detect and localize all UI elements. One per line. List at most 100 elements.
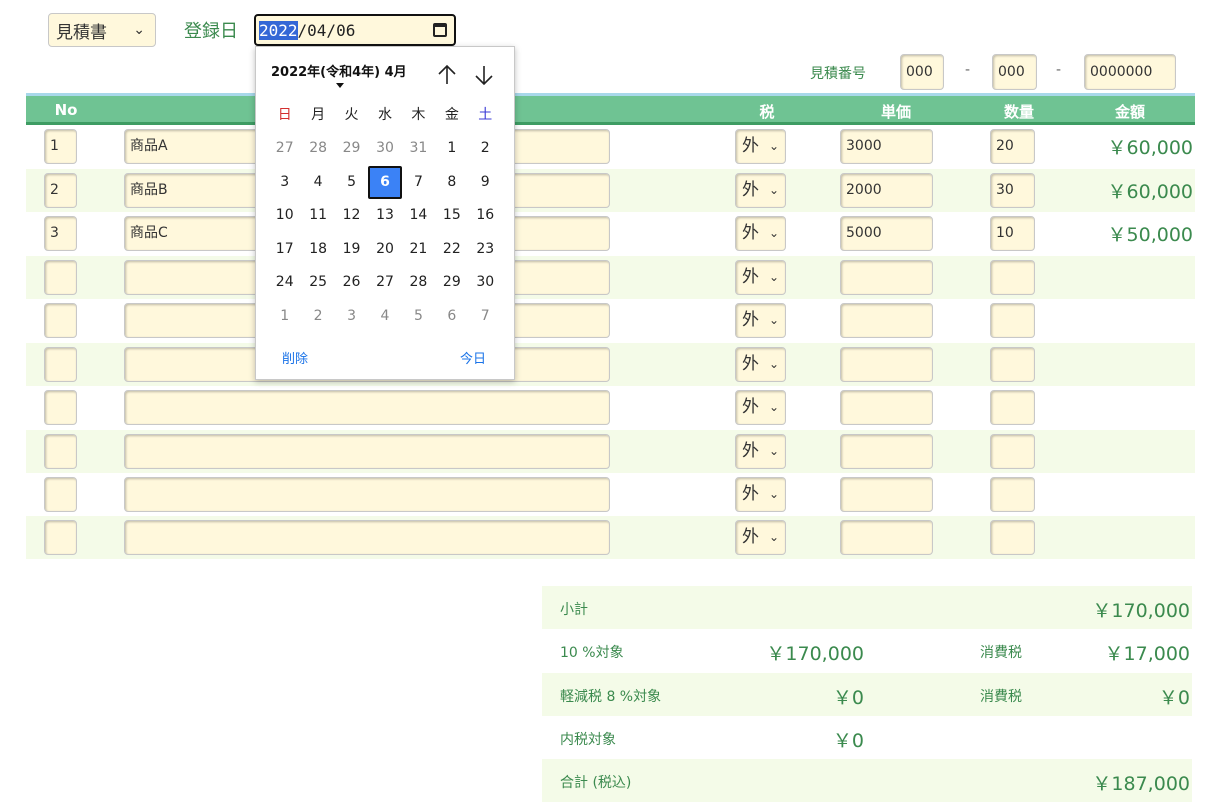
calendar-day[interactable]: 1 <box>435 132 468 166</box>
calendar-day[interactable]: 30 <box>469 266 502 300</box>
tax-type-select[interactable]: 外 ⌄ <box>735 347 786 382</box>
quantity-input[interactable]: 10 <box>990 216 1035 251</box>
document-type-select[interactable]: 見積書 ⌄ <box>48 13 156 47</box>
quantity-input[interactable]: 20 <box>990 129 1035 164</box>
item-name-input[interactable] <box>124 390 610 425</box>
row-no-input[interactable]: 1 <box>44 129 77 164</box>
unit-price-input[interactable]: 5000 <box>840 216 933 251</box>
quantity-input[interactable] <box>990 260 1035 295</box>
previous-month-button[interactable] <box>436 63 458 87</box>
calendar-day[interactable]: 17 <box>268 233 301 267</box>
item-name-input[interactable] <box>124 434 610 469</box>
calendar-day[interactable]: 24 <box>268 266 301 300</box>
next-month-button[interactable] <box>473 63 495 87</box>
calendar-day[interactable]: 7 <box>402 166 435 200</box>
tax-type-select[interactable]: 外 ⌄ <box>735 129 786 164</box>
calendar-day[interactable]: 28 <box>301 132 334 166</box>
calendar-day[interactable]: 18 <box>301 233 334 267</box>
quantity-input[interactable] <box>990 303 1035 338</box>
calendar-day[interactable]: 3 <box>335 300 368 334</box>
calendar-day[interactable]: 5 <box>402 300 435 334</box>
calendar-day[interactable]: 26 <box>335 266 368 300</box>
calendar-day[interactable]: 10 <box>268 199 301 233</box>
calendar-day[interactable]: 20 <box>368 233 401 267</box>
tax-type-select[interactable]: 外 ⌄ <box>735 260 786 295</box>
calendar-day[interactable]: 1 <box>268 300 301 334</box>
estimate-number-part1[interactable]: 000 <box>900 54 944 90</box>
quantity-input[interactable]: 30 <box>990 173 1035 208</box>
quantity-input[interactable] <box>990 347 1035 382</box>
unit-price-input[interactable] <box>840 260 933 295</box>
row-no-input[interactable]: 2 <box>44 173 77 208</box>
unit-price-input[interactable] <box>840 303 933 338</box>
item-name-input[interactable] <box>124 477 610 512</box>
estimate-number-part3[interactable]: 0000000 <box>1084 54 1176 90</box>
date-month-day-segment[interactable]: /04/06 <box>298 21 356 40</box>
caret-down-icon[interactable] <box>336 83 344 88</box>
registration-date-input[interactable]: 2022/04/06 <box>254 14 456 46</box>
calendar-day[interactable]: 5 <box>335 166 368 200</box>
calendar-day[interactable]: 22 <box>435 233 468 267</box>
unit-price-input[interactable] <box>840 520 933 555</box>
calendar-day[interactable]: 4 <box>301 166 334 200</box>
calendar-day[interactable]: 9 <box>469 166 502 200</box>
tax-type-select[interactable]: 外 ⌄ <box>735 216 786 251</box>
tax-type-select[interactable]: 外 ⌄ <box>735 390 786 425</box>
calendar-day[interactable]: 2 <box>469 132 502 166</box>
estimate-number-part2[interactable]: 000 <box>992 54 1037 90</box>
calendar-day[interactable]: 19 <box>335 233 368 267</box>
calendar-clear-button[interactable]: 削除 <box>282 348 308 367</box>
calendar-day[interactable]: 6 <box>435 300 468 334</box>
calendar-day[interactable]: 29 <box>335 132 368 166</box>
unit-price-input[interactable] <box>840 390 933 425</box>
calendar-day[interactable]: 29 <box>435 266 468 300</box>
row-no-input[interactable] <box>44 520 77 555</box>
calendar-day[interactable]: 3 <box>268 166 301 200</box>
calendar-day[interactable]: 30 <box>368 132 401 166</box>
tax-type-select[interactable]: 外 ⌄ <box>735 434 786 469</box>
date-year-segment[interactable]: 2022 <box>259 20 298 40</box>
calendar-day[interactable]: 21 <box>402 233 435 267</box>
item-name-input[interactable] <box>124 520 610 555</box>
row-no-input[interactable] <box>44 347 77 382</box>
calendar-day[interactable]: 4 <box>368 300 401 334</box>
row-no-input[interactable] <box>44 260 77 295</box>
quantity-input[interactable] <box>990 520 1035 555</box>
calendar-day[interactable]: 12 <box>335 199 368 233</box>
tax-type-select[interactable]: 外 ⌄ <box>735 173 786 208</box>
unit-price-input[interactable] <box>840 434 933 469</box>
calendar-day[interactable]: 7 <box>469 300 502 334</box>
calendar-day[interactable]: 31 <box>402 132 435 166</box>
unit-price-input[interactable] <box>840 477 933 512</box>
unit-price-input[interactable]: 2000 <box>840 173 933 208</box>
quantity-input[interactable] <box>990 477 1035 512</box>
calendar-icon[interactable] <box>433 23 447 37</box>
calendar-day[interactable]: 2 <box>301 300 334 334</box>
calendar-day[interactable]: 25 <box>301 266 334 300</box>
quantity-input[interactable] <box>990 390 1035 425</box>
calendar-day[interactable]: 27 <box>368 266 401 300</box>
calendar-day[interactable]: 13 <box>368 199 401 233</box>
calendar-day[interactable]: 28 <box>402 266 435 300</box>
tax-type-select[interactable]: 外 ⌄ <box>735 520 786 555</box>
calendar-day[interactable]: 11 <box>301 199 334 233</box>
calendar-day[interactable]: 23 <box>469 233 502 267</box>
unit-price-input[interactable]: 3000 <box>840 129 933 164</box>
row-no-input[interactable] <box>44 434 77 469</box>
quantity-input[interactable] <box>990 434 1035 469</box>
row-no-input[interactable] <box>44 303 77 338</box>
calendar-day[interactable]: 16 <box>469 199 502 233</box>
calendar-day-selected[interactable]: 6 <box>368 165 402 199</box>
row-no-input[interactable] <box>44 477 77 512</box>
tax-type-select[interactable]: 外 ⌄ <box>735 303 786 338</box>
calendar-day[interactable]: 15 <box>435 199 468 233</box>
calendar-today-button[interactable]: 今日 <box>460 348 486 367</box>
row-no-input[interactable] <box>44 390 77 425</box>
row-no-input[interactable]: 3 <box>44 216 77 251</box>
tax-type-select[interactable]: 外 ⌄ <box>735 477 786 512</box>
unit-price-input[interactable] <box>840 347 933 382</box>
calendar-day[interactable]: 27 <box>268 132 301 166</box>
calendar-day[interactable]: 8 <box>435 166 468 200</box>
calendar-day[interactable]: 14 <box>402 199 435 233</box>
calendar-month-label[interactable]: 2022年(令和4年) 4月 <box>271 61 407 80</box>
